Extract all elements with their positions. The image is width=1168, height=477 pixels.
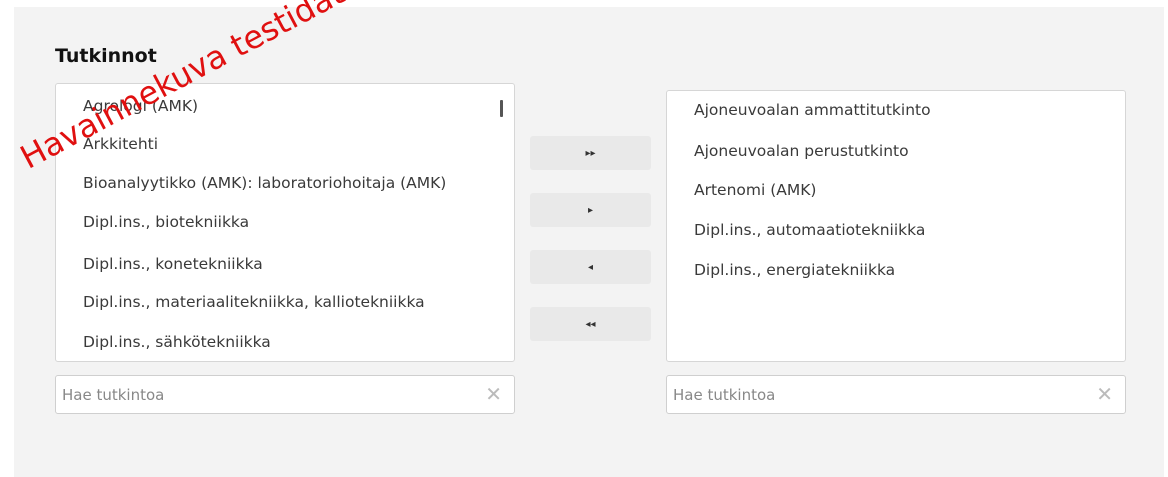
scrollbar-thumb[interactable]: [500, 100, 503, 117]
clear-icon[interactable]: ✕: [485, 383, 502, 405]
list-item[interactable]: Ajoneuvoalan perustutkinto: [694, 142, 909, 160]
move-all-right-button[interactable]: ▸▸: [530, 136, 651, 170]
list-item[interactable]: Artenomi (AMK): [694, 181, 816, 199]
move-all-left-button[interactable]: ◂◂: [530, 307, 651, 341]
list-item[interactable]: Ajoneuvoalan ammattitutkinto: [694, 101, 931, 119]
list-item[interactable]: Dipl.ins., energiatekniikka: [694, 261, 895, 279]
selected-search-field[interactable]: ✕: [666, 375, 1126, 414]
selected-search-input[interactable]: [667, 376, 1125, 413]
list-item[interactable]: Dipl.ins., materiaalitekniikka, kalliote…: [83, 293, 425, 311]
list-item[interactable]: Bioanalyytikko (AMK): laboratoriohoitaja…: [83, 174, 446, 192]
list-item[interactable]: Dipl.ins., sähkötekniikka: [83, 333, 271, 351]
clear-icon[interactable]: ✕: [1096, 383, 1113, 405]
list-item[interactable]: Arkkitehti: [83, 135, 158, 153]
section-title: Tutkinnot: [55, 45, 157, 67]
list-item[interactable]: Dipl.ins., automaatiotekniikka: [694, 221, 925, 239]
move-right-button[interactable]: ▸: [530, 193, 651, 227]
list-item[interactable]: Dipl.ins., konetekniikka: [83, 255, 263, 273]
move-left-button[interactable]: ◂: [530, 250, 651, 284]
list-item[interactable]: Agrologi (AMK): [83, 97, 198, 115]
selected-list[interactable]: Ajoneuvoalan ammattitutkinto Ajoneuvoala…: [666, 90, 1126, 362]
list-item[interactable]: Dipl.ins., biotekniikka: [83, 213, 249, 231]
available-search-input[interactable]: [56, 376, 514, 413]
available-list[interactable]: Agrologi (AMK) Arkkitehti Bioanalyytikko…: [55, 83, 515, 362]
available-search-field[interactable]: ✕: [55, 375, 515, 414]
